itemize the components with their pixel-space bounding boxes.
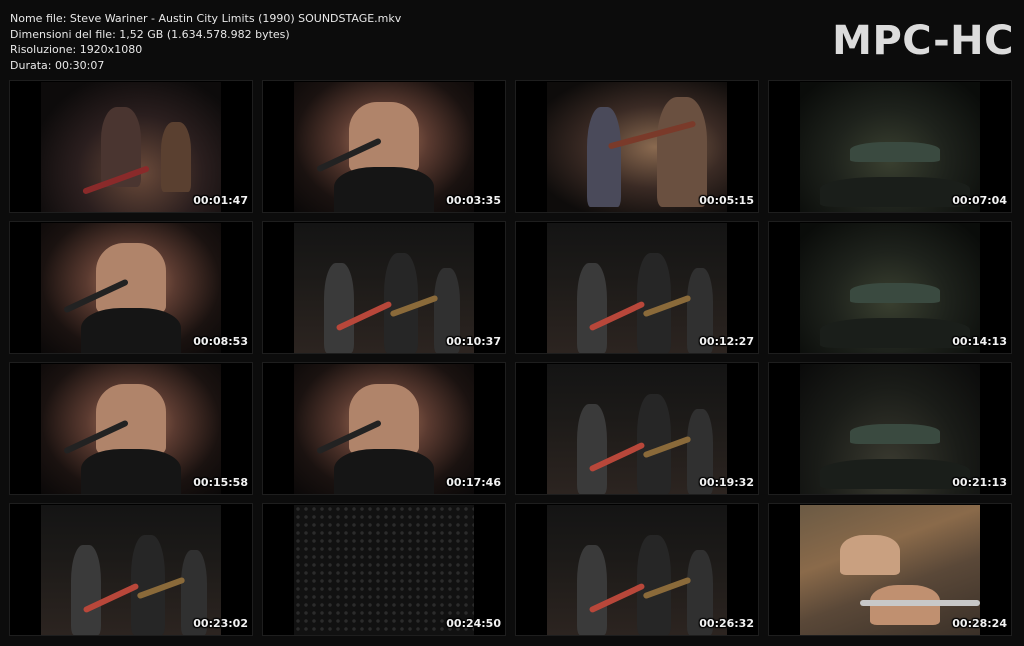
timestamp-label: 00:03:35 (446, 194, 501, 207)
thumbnail-image (547, 223, 727, 353)
performer-figure (349, 102, 419, 172)
timestamp-label: 00:28:24 (952, 617, 1007, 630)
performer-figure (850, 283, 940, 303)
thumbnail-cell: 00:03:35 (262, 80, 506, 213)
performer-figure (657, 97, 707, 207)
thumbnail-cell: 00:26:32 (515, 503, 759, 636)
timestamp-label: 00:26:32 (699, 617, 754, 630)
performer-figure (81, 308, 181, 353)
thumbnail-image (294, 364, 474, 494)
thumbnail-image (547, 505, 727, 635)
performer-figure (81, 449, 181, 494)
thumbnail-image (294, 223, 474, 353)
timestamp-label: 00:05:15 (699, 194, 754, 207)
thumbnail-image (800, 223, 980, 353)
performer-figure (96, 384, 166, 454)
performer-figure (820, 459, 970, 489)
thumbnail-cell: 00:10:37 (262, 221, 506, 354)
performer-figure (577, 263, 607, 353)
thumbnail-grid: 00:01:47 00:03:35 00:05:15 00:07:04 00:08:53… (9, 80, 1012, 636)
performer-figure (587, 107, 621, 207)
timestamp-label: 00:10:37 (446, 335, 501, 348)
timestamp-label: 00:14:13 (952, 335, 1007, 348)
performer-figure (820, 318, 970, 348)
thumbnail-image (800, 505, 980, 635)
thumbnail-image (41, 505, 221, 635)
resolution: Risoluzione: 1920x1080 (10, 43, 143, 56)
timestamp-label: 00:24:50 (446, 617, 501, 630)
performer-figure (850, 142, 940, 162)
thumbnail-cell: 00:01:47 (9, 80, 253, 213)
thumbnail-cell: 00:17:46 (262, 362, 506, 495)
thumbnail-image (41, 82, 221, 212)
timestamp-label: 00:01:47 (193, 194, 248, 207)
timestamp-label: 00:07:04 (952, 194, 1007, 207)
thumbnail-cell: 00:05:15 (515, 80, 759, 213)
file-name: Nome file: Steve Wariner - Austin City L… (10, 12, 402, 25)
performer-figure (334, 449, 434, 494)
thumbnail-cell: 00:07:04 (768, 80, 1012, 213)
performer-figure (96, 243, 166, 313)
thumbnail-image (294, 82, 474, 212)
thumbnail-cell: 00:23:02 (9, 503, 253, 636)
thumbnail-cell: 00:28:24 (768, 503, 1012, 636)
performer-figure (820, 177, 970, 207)
performer-figure (161, 122, 191, 192)
thumbnail-image (547, 82, 727, 212)
performer-figure (850, 424, 940, 444)
performer-figure (577, 404, 607, 494)
duration: Durata: 00:30:07 (10, 58, 105, 72)
performer-figure (71, 545, 101, 635)
guitar-shape (860, 600, 980, 606)
thumbnail-image (41, 364, 221, 494)
timestamp-label: 00:21:13 (952, 476, 1007, 489)
thumbnail-cell: 00:12:27 (515, 221, 759, 354)
timestamp-label: 00:08:53 (193, 335, 248, 348)
timestamp-label: 00:17:46 (446, 476, 501, 489)
performer-figure (577, 545, 607, 635)
thumbnail-cell: 00:19:32 (515, 362, 759, 495)
thumbnail-cell: 00:24:50 (262, 503, 506, 636)
performer-figure (840, 535, 900, 575)
thumbnail-image (800, 364, 980, 494)
thumbnail-cell: 00:14:13 (768, 221, 1012, 354)
timestamp-label: 00:23:02 (193, 617, 248, 630)
brand-logo: MPC-HC (832, 18, 1014, 64)
file-size: Dimensioni del file: 1,52 GB (1.634.578.… (10, 27, 290, 41)
thumbnail-cell: 00:21:13 (768, 362, 1012, 495)
performer-figure (334, 167, 434, 212)
file-info: Nome file: Steve Wariner - Austin City L… (10, 11, 401, 73)
thumbnail-image (294, 505, 474, 635)
thumbnail-image (547, 364, 727, 494)
performer-figure (324, 263, 354, 353)
timestamp-label: 00:15:58 (193, 476, 248, 489)
timestamp-label: 00:19:32 (699, 476, 754, 489)
thumbnail-image (800, 82, 980, 212)
performer-figure (349, 384, 419, 454)
thumbnail-cell: 00:15:58 (9, 362, 253, 495)
timestamp-label: 00:12:27 (699, 335, 754, 348)
thumbnail-image (41, 223, 221, 353)
thumbnail-cell: 00:08:53 (9, 221, 253, 354)
